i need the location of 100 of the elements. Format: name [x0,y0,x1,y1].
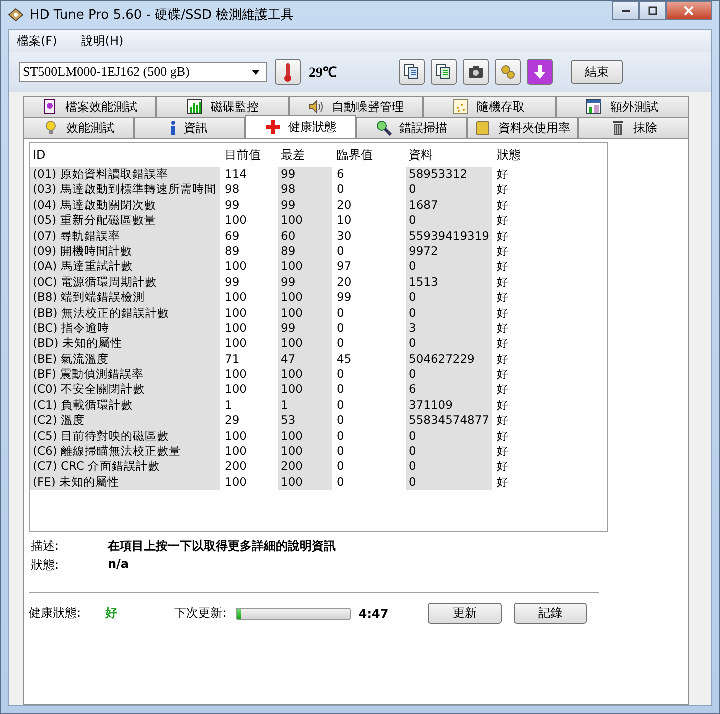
table-cell: 58953312 [406,167,492,182]
tab[interactable]: 隨機存取 [422,96,556,117]
next-update-label: 下次更新: [174,605,228,622]
table-cell-text: 好 [496,382,510,398]
table-cell: 100 [278,474,332,490]
close-button[interactable] [666,1,712,20]
tab[interactable]: 抹除 [578,117,689,138]
tab[interactable]: 額外測試 [556,96,690,117]
exit-button[interactable]: 結束 [571,60,623,84]
table-cell-text: 0 [336,382,346,398]
table-cell-text: 45 [336,352,353,368]
camera-icon[interactable] [463,59,489,85]
table-cell: (03) 馬達啟動到標準轉速所需時間 [30,182,220,198]
table-cell-text: 好 [496,213,510,229]
copy-icon[interactable] [431,59,457,85]
table-cell: 1513 [406,274,492,290]
column-header[interactable]: ID [30,143,220,167]
table-cell-text: 1 [224,398,234,414]
magnifier-icon [376,120,392,136]
table-cell: 100 [278,367,332,382]
detail-value: 在項目上按一下以取得更多詳細的說明資訊 [108,538,337,555]
minimize-button[interactable] [612,1,639,20]
table-cell-text: 好 [496,320,510,336]
table-cell: (C5) 目前待對映的磁區數 [30,428,220,444]
table-cell-text: 好 [496,398,510,414]
refresh-button[interactable]: 更新 [428,603,502,624]
tab[interactable]: 資料夾使用率 [467,117,578,138]
table-cell: (09) 開機時間計數 [30,244,220,260]
countdown-text: 4:47 [358,606,390,620]
table-cell-text: 0 [336,320,346,336]
dropdown-arrow-icon [252,70,260,74]
maximize-button[interactable] [639,1,666,20]
table-cell: 100 [278,213,332,229]
table-cell: (C0) 不安全關閉計數 [30,382,220,398]
thermometer-button[interactable] [275,59,301,85]
table-cell-text: 100 [224,259,248,275]
column-header[interactable]: 狀態 [494,143,607,167]
health-value: 好 [105,605,118,622]
table-cell: 100 [278,306,332,321]
table-cell: 99 [278,167,332,182]
table-cell: (BD) 未知的屬性 [30,336,220,352]
tab[interactable]: 資訊 [134,117,245,138]
tab[interactable]: 錯誤掃描 [356,117,467,138]
table-cell: (B8) 端到端錯誤檢測 [30,290,220,306]
table-cell-text: 好 [496,444,510,460]
table-cell-text: 好 [496,198,510,214]
table-cell-text: 好 [496,244,510,260]
table-cell: (FE) 未知的屬性 [30,474,220,490]
table-cell-text: 89 [224,244,241,260]
table-cell-text: 20 [336,274,353,290]
table-cell: 99 [278,320,332,336]
menu-item[interactable]: 說明(H) [81,32,124,50]
close-icon [684,6,694,16]
tab[interactable]: 自動噪聲管理 [289,96,423,117]
tab[interactable]: 檔案效能測試 [23,96,156,117]
table-cell: 60 [278,228,332,244]
drive-dropdown[interactable]: ST500LM000-1EJ162 (500 gB) [19,62,267,82]
table-cell: (BE) 氣流溫度 [30,352,220,368]
column-header[interactable]: 資料 [406,143,492,167]
column-header[interactable]: 目前值 [222,143,276,167]
table-cell-text: 好 [496,352,510,368]
menu-item[interactable]: 檔案(F) [17,32,58,50]
table-cell: (BF) 震動偵測錯誤率 [30,367,220,382]
table-cell-text: 98 [224,182,241,198]
table-cell-text: 100 [224,336,248,352]
scatter-icon [453,99,470,115]
copy-icon[interactable] [399,59,425,85]
log-button[interactable]: 記錄 [514,603,587,624]
table-cell-text: 0 [336,459,346,475]
table-cell: 1 [278,398,332,414]
table-cell: 200 [278,459,332,475]
column-header[interactable]: 最差 [278,143,332,167]
table-cell-text: 好 [496,274,510,290]
table-cell: 504627229 [406,352,492,368]
table-cell: (C7) CRC 介面錯誤計數 [30,459,220,475]
table-cell-text: 好 [496,474,510,490]
table-cell-text: 99 [224,274,241,290]
speaker-icon [308,99,324,115]
tab[interactable]: 磁碟監控 [156,96,290,117]
table-cell: 3 [406,320,492,336]
table-cell-text: 114 [224,167,248,182]
table-cell: 0 [406,428,492,444]
table-cell: (C6) 離線掃瞄無法校正數量 [30,444,220,460]
table-cell-text: 10 [336,213,353,229]
table-cell-text: 0 [336,398,346,414]
table-cell-text: 20 [336,198,353,214]
table-cell: 53 [278,413,332,429]
table-cell: 0 [406,182,492,198]
table-cell: 0 [406,259,492,275]
table-cell-text: 好 [496,167,510,182]
window-title: HD Tune Pro 5.60 - 硬碟/SSD 檢測維護工具 [30,7,296,24]
table-cell-text: 0 [336,444,346,460]
tab[interactable]: 健康狀態 [245,115,356,138]
document-icon [42,99,58,115]
table-cell-text: 71 [224,352,241,368]
column-header[interactable]: 臨界值 [334,143,404,167]
table-cell-text: 100 [224,213,248,229]
tab[interactable]: 效能測試 [23,117,134,138]
table-cell: 0 [406,290,492,306]
table-cell-text: 好 [496,228,510,244]
